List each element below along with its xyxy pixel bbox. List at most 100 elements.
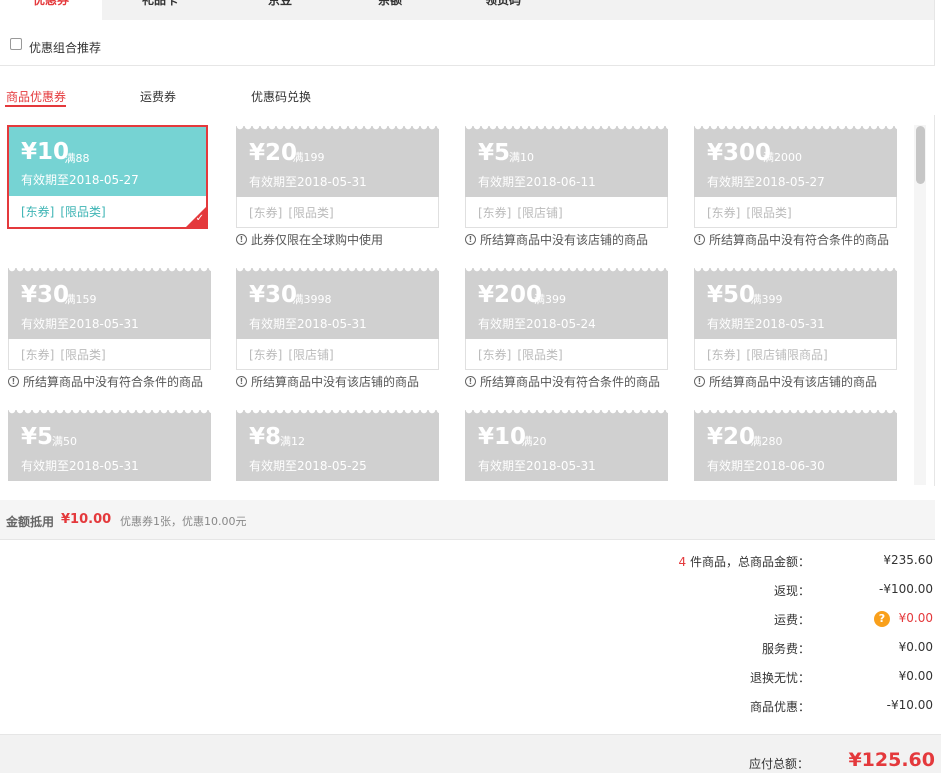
coupon-card[interactable]: ¥10 满20 有效期至2018-05-31	[465, 410, 668, 481]
coupon-tag: [东券]	[249, 348, 283, 362]
coupon-note: ! 所结算商品中没有符合条件的商品	[8, 373, 211, 390]
coupon-tags: [东券] [限店铺限商品]	[694, 339, 897, 370]
coupon-note-text: 所结算商品中没有符合条件的商品	[480, 375, 661, 389]
coupon-face: ¥300 满2000 有效期至2018-05-27	[694, 126, 897, 197]
check-icon: ✓	[195, 213, 204, 224]
coupon-card[interactable]: ¥300 满2000 有效期至2018-05-27 [东券] [限品类]! 所结算商品中没…	[694, 126, 897, 248]
coupon-condition: 满50	[52, 435, 77, 448]
tab-balance[interactable]: 余额	[350, 0, 430, 20]
coupon-tag: [东券]	[707, 206, 741, 220]
return-value: ¥0.00	[898, 669, 933, 683]
tab-redeem-code[interactable]: 领货码	[463, 0, 543, 20]
coupon-note: ! 所结算商品中没有该店铺的商品	[465, 231, 668, 248]
coupon-face: ¥20 满280 有效期至2018-06-30	[694, 410, 897, 481]
coupon-card[interactable]: ¥20 满280 有效期至2018-06-30	[694, 410, 897, 481]
item-count: 4	[678, 555, 687, 569]
coupon-tags: [东券] [限品类]	[236, 197, 439, 228]
subtab-shipping-coupon[interactable]: 运费券	[140, 88, 176, 105]
coupon-tag: [限品类]	[288, 206, 334, 220]
coupon-card[interactable]: ¥8 满12 有效期至2018-05-25	[236, 410, 439, 481]
coupon-note: ! 所结算商品中没有该店铺的商品	[236, 373, 439, 390]
info-icon: !	[694, 376, 705, 387]
tab-coupon[interactable]: 优惠券	[0, 0, 102, 20]
coupon-amount: ¥50	[707, 282, 756, 308]
deduction-amount: ¥10.00	[61, 512, 112, 527]
coupon-face: ¥30 满159 有效期至2018-05-31	[8, 268, 211, 339]
coupon-tags: [东券] [限品类]	[694, 197, 897, 228]
subtab-goods-coupon[interactable]: 商品优惠券	[6, 88, 66, 105]
coupon-valid-date: 有效期至2018-06-30	[707, 459, 825, 473]
coupon-card[interactable]: ¥10 满88 有效期至2018-05-27 [东券] [限品类] ✓	[7, 125, 208, 229]
coupon-tag: [限品类]	[746, 206, 792, 220]
coupon-condition: 满2000	[763, 151, 802, 164]
coupon-card[interactable]: ¥30 满159 有效期至2018-05-31 [东券] [限品类]! 所结算商品中没有符…	[8, 268, 211, 390]
coupon-tags: [东券] [限品类]	[9, 196, 206, 227]
info-icon: !	[236, 376, 247, 387]
info-icon: !	[694, 234, 705, 245]
coupon-condition: 满20	[521, 435, 547, 448]
coupon-amount: ¥30	[21, 282, 70, 308]
total-label: 应付总额：	[748, 757, 809, 771]
info-icon: !	[465, 376, 476, 387]
deduction-row: 金额抵用 ¥10.00 优惠券1张，优惠10.00元	[0, 500, 935, 540]
coupon-face: ¥200 满399 有效期至2018-05-24	[465, 268, 668, 339]
coupon-tags: [东券] [限品类]	[465, 339, 668, 370]
coupon-amount: ¥30	[249, 282, 298, 308]
deduction-desc: 优惠券1张，优惠10.00元	[120, 515, 247, 528]
coupon-face: ¥20 满199 有效期至2018-05-31	[236, 126, 439, 197]
coupon-card[interactable]: ¥20 满199 有效期至2018-05-31 [东券] [限品类]! 此券仅限在全球购中…	[236, 126, 439, 248]
top-tab-bar: 优惠券 礼品卡 京豆 余额 领货码	[0, 0, 935, 20]
tab-jd-beans[interactable]: 京豆	[240, 0, 320, 20]
goods-total-value: ¥235.60	[883, 553, 933, 567]
coupon-card[interactable]: ¥5 满50 有效期至2018-05-31	[8, 410, 211, 481]
coupon-valid-date: 有效期至2018-05-24	[478, 317, 596, 331]
coupon-valid-date: 有效期至2018-06-11	[478, 175, 596, 189]
coupon-tag: [东券]	[478, 206, 512, 220]
coupon-condition: 满280	[750, 435, 783, 448]
coupon-card[interactable]: ¥30 满3998 有效期至2018-05-31 [东券] [限店铺]! 所结算商品中没有…	[236, 268, 439, 390]
combo-recommend-checkbox[interactable]	[10, 38, 22, 50]
service-fee-value: ¥0.00	[898, 640, 933, 654]
summary-goods-discount: 商品优惠： -¥10.00	[0, 696, 935, 716]
info-icon: !	[465, 234, 476, 245]
coupon-face: ¥5 满10 有效期至2018-06-11	[465, 126, 668, 197]
summary-service-fee: 服务费： ¥0.00	[0, 638, 935, 658]
coupon-note-text: 此券仅限在全球购中使用	[251, 233, 384, 247]
coupon-valid-date: 有效期至2018-05-31	[478, 459, 596, 473]
coupon-face: ¥5 满50 有效期至2018-05-31	[8, 410, 211, 481]
coupon-condition: 满12	[280, 435, 305, 448]
coupon-valid-date: 有效期至2018-05-31	[249, 175, 367, 189]
coupon-valid-date: 有效期至2018-05-31	[21, 317, 139, 331]
coupon-amount: ¥10	[478, 424, 527, 450]
coupon-tag: [限品类]	[60, 348, 106, 362]
summary-return-worry-free: 退换无忧： ¥0.00	[0, 667, 935, 687]
coupon-valid-date: 有效期至2018-05-31	[707, 317, 825, 331]
coupon-card[interactable]: ¥50 满399 有效期至2018-05-31 [东券] [限店铺限商品] ! 所结算商品中…	[694, 268, 897, 390]
coupon-tag: [东券]	[249, 206, 283, 220]
coupon-card[interactable]: ¥5 满10 有效期至2018-06-11 [东券] [限店铺]! 所结算商品中没有该店铺…	[465, 126, 668, 248]
coupon-note: ! 所结算商品中没有该店铺的商品	[694, 373, 897, 390]
coupon-condition: 满199	[292, 151, 325, 164]
coupon-face: ¥50 满399 有效期至2018-05-31	[694, 268, 897, 339]
tab-gift-card[interactable]: 礼品卡	[120, 0, 200, 20]
coupon-valid-date: 有效期至2018-05-31	[249, 317, 367, 331]
subtab-code-redeem[interactable]: 优惠码兑换	[251, 88, 311, 105]
coupon-amount: ¥8	[249, 424, 282, 450]
coupon-card[interactable]: ¥200 满399 有效期至2018-05-24 [东券] [限品类]! 所结算商品中没有…	[465, 268, 668, 390]
coupon-note-text: 所结算商品中没有符合条件的商品	[709, 233, 890, 247]
coupon-note-text: 所结算商品中没有该店铺的商品	[480, 233, 649, 247]
combo-recommend-label[interactable]: 优惠组合推荐	[29, 39, 101, 56]
question-icon[interactable]: ?	[874, 611, 890, 627]
coupon-note: ! 此券仅限在全球购中使用	[236, 231, 439, 248]
coupon-face: ¥10 满20 有效期至2018-05-31	[465, 410, 668, 481]
combo-recommend-row: 优惠组合推荐	[0, 20, 935, 66]
coupon-note-text: 所结算商品中没有该店铺的商品	[251, 375, 420, 389]
coupon-scrollbar-thumb[interactable]	[916, 126, 925, 184]
coupon-valid-date: 有效期至2018-05-25	[249, 459, 367, 473]
coupon-tag: [东券]	[21, 205, 55, 219]
coupon-amount: ¥20	[707, 424, 756, 450]
discount-label: 商品优惠：	[749, 700, 810, 714]
summary-cashback: 返现： -¥100.00	[0, 580, 935, 600]
coupon-tag: [限店铺限商品]	[746, 348, 828, 362]
coupon-tag: [限品类]	[60, 205, 106, 219]
